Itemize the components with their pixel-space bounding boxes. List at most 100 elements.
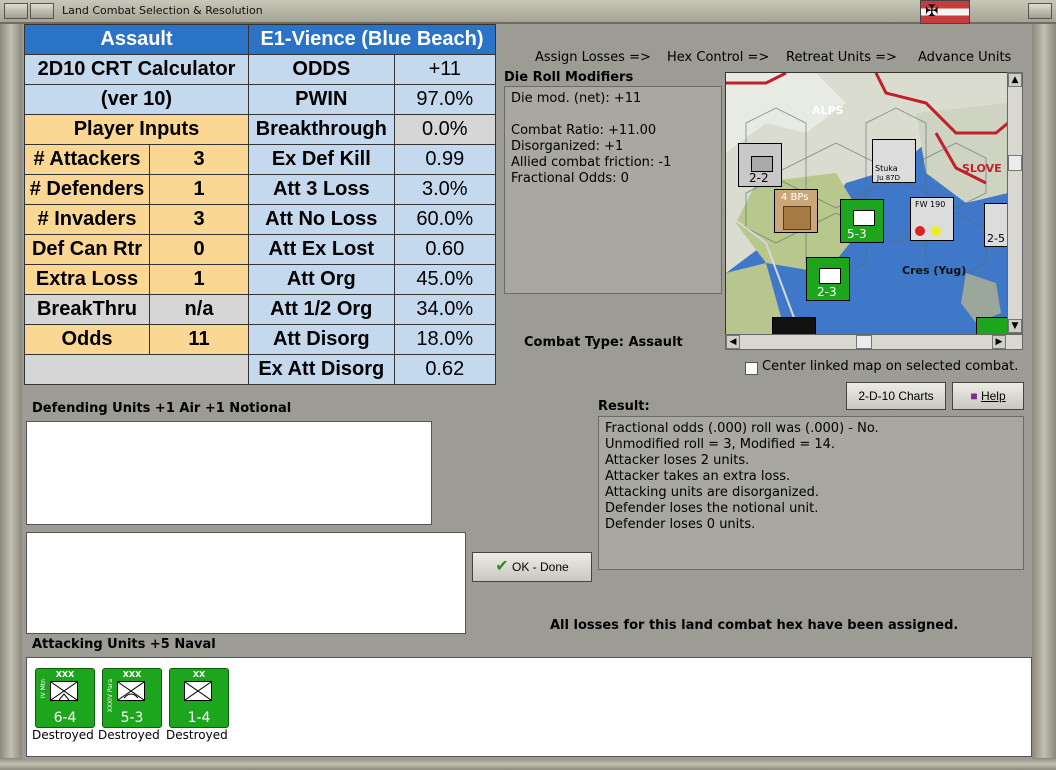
retreat-units-link[interactable]: Retreat Units => <box>786 50 897 65</box>
scroll-left-icon[interactable]: ◀ <box>726 335 740 349</box>
map-horizontal-scrollbar[interactable]: ◀ ▶ <box>725 334 1023 350</box>
stuka-counter[interactable]: Stuka Ju 87D <box>872 139 916 183</box>
right-frame <box>1032 24 1056 770</box>
counter-strength: 2-5 <box>987 232 1005 245</box>
bps-label: 4 BPs <box>781 192 809 203</box>
combat-type-value: Assault <box>628 335 683 350</box>
result-panel: Fractional odds (.000) roll was (.000) -… <box>598 416 1024 570</box>
scroll-up-icon[interactable]: ▲ <box>1008 73 1022 87</box>
scroll-down-icon[interactable]: ▼ <box>1008 319 1022 333</box>
die-roll-label: Die Roll Modifiers <box>504 70 634 85</box>
scroll-thumb[interactable] <box>856 335 872 349</box>
system-menu-icon[interactable] <box>4 3 28 19</box>
fighter-counter[interactable]: FW 190 <box>910 197 954 241</box>
attacking-units-label: Attacking Units +5 Naval <box>32 637 216 652</box>
input-value[interactable]: 11 <box>149 324 249 355</box>
input-value[interactable]: 1 <box>149 174 249 205</box>
result-value: 34.0% <box>393 294 497 325</box>
scroll-right-icon[interactable]: ▶ <box>992 335 1006 349</box>
calculator-title: 2D10 CRT Calculator <box>24 54 249 85</box>
unit-size: XX <box>192 670 206 679</box>
combat-type: Combat Type: Assault <box>524 335 683 350</box>
result-value: 18.0% <box>393 324 497 355</box>
fw190-label: FW 190 <box>915 200 946 209</box>
empty-cell <box>24 354 249 385</box>
combat-type-label: Combat Type: <box>524 335 624 350</box>
cres-label: Cres (Yug) <box>902 264 967 277</box>
result-label: Att 1/2 Org <box>248 294 395 325</box>
assign-losses-link[interactable]: Assign Losses => <box>535 50 651 65</box>
hex-control-link[interactable]: Hex Control => <box>667 50 769 65</box>
modifier-line: Allied combat friction: -1 <box>511 155 672 170</box>
result-label: ODDS <box>248 54 395 85</box>
counter-strength: 2-2 <box>749 171 769 185</box>
unit-size: XXX <box>55 670 75 679</box>
result-line: Defender loses 0 units. <box>605 517 756 532</box>
result-value: 97.0% <box>393 84 497 115</box>
result-label: Att No Loss <box>248 204 395 235</box>
result-value: 45.0% <box>393 264 497 295</box>
result-label: Ex Att Disorg <box>248 354 395 385</box>
input-value[interactable]: 0 <box>149 234 249 265</box>
attacking-unit-counter[interactable]: XX 1-4 <box>169 668 229 728</box>
input-label: # Defenders <box>24 174 150 205</box>
ok-done-label: OK - Done <box>512 560 569 574</box>
result-label: Att Org <box>248 264 395 295</box>
result-value: 0.0% <box>393 114 497 145</box>
advance-units-link[interactable]: Advance Units <box>918 50 1011 65</box>
input-value[interactable]: 3 <box>149 144 249 175</box>
close-icon[interactable] <box>1028 3 1052 19</box>
result-label: Result: <box>598 399 650 414</box>
hex-header: E1-Vience (Blue Beach) <box>248 24 496 55</box>
counter-strength: 5-3 <box>847 227 867 241</box>
attacking-unit-counter[interactable]: XXX IV Mtn 6-4 <box>35 668 95 728</box>
input-label: # Invaders <box>24 204 150 235</box>
input-value[interactable]: 1 <box>149 264 249 295</box>
title-bar: Land Combat Selection & Resolution ✠ <box>0 0 1056 24</box>
defending-units-list[interactable] <box>26 421 432 525</box>
infantry-counter[interactable]: 2-3 <box>806 257 850 301</box>
unit-name: IV Mtn <box>40 679 47 699</box>
unit-name: XXXIV Para <box>107 679 114 713</box>
ju87-label: Ju 87D <box>877 174 901 182</box>
militia-counter[interactable]: 2-2 <box>738 143 782 187</box>
unit-size: XXX <box>122 670 142 679</box>
result-label: Att 3 Loss <box>248 174 395 205</box>
result-line: Fractional odds (.000) roll was (.000) -… <box>605 421 879 436</box>
map-vertical-scrollbar[interactable]: ▲ ▼ <box>1007 72 1023 334</box>
ok-done-button[interactable]: ✔ OK - Done <box>472 552 592 582</box>
ffl-counter[interactable]: 2-5 <box>984 203 1008 247</box>
result-label: Ex Def Kill <box>248 144 395 175</box>
para-counter[interactable]: 5-3 <box>840 199 884 243</box>
modifier-line: Die mod. (net): +11 <box>511 91 642 106</box>
supply-counter[interactable]: 4 BPs <box>774 189 818 233</box>
result-value: 3.0% <box>393 174 497 205</box>
input-label: Odds <box>24 324 150 355</box>
all-losses-message: All losses for this land combat hex have… <box>550 618 959 633</box>
slovenia-label: SLOVE <box>962 162 1002 175</box>
result-label: Att Ex Lost <box>248 234 395 265</box>
result-label: Att Disorg <box>248 324 395 355</box>
air-units-list[interactable] <box>26 532 466 634</box>
center-map-checkbox[interactable] <box>745 362 758 375</box>
unit-strength: 6-4 <box>53 710 77 726</box>
input-label: BreakThru <box>24 294 150 325</box>
result-line: Attacking units are disorganized. <box>605 485 819 500</box>
scroll-thumb[interactable] <box>1008 155 1022 171</box>
modifier-line <box>511 107 715 123</box>
linked-map[interactable]: ALPS SLOVE Cres (Yug) 2-2 4 BPs 5-3 2-3 … <box>725 72 1009 336</box>
help-button[interactable]: ■ Help <box>952 382 1024 410</box>
result-label: PWIN <box>248 84 395 115</box>
calculator-version: (ver 10) <box>24 84 249 115</box>
input-value[interactable]: 3 <box>149 204 249 235</box>
result-line: Attacker takes an extra loss. <box>605 469 791 484</box>
minimize-icon[interactable] <box>30 3 54 19</box>
land-combat-window: Land Combat Selection & Resolution ✠ Ass… <box>0 0 1056 770</box>
unit-strength: 5-3 <box>120 710 144 726</box>
crt-charts-button[interactable]: 2-D-10 Charts <box>846 382 946 410</box>
attacking-unit-counter[interactable]: XXX XXXIV Para 5-3 <box>102 668 162 728</box>
die-roll-panel: Die mod. (net): +11 Combat Ratio: +11.00… <box>504 86 722 294</box>
result-value: 0.60 <box>393 234 497 265</box>
result-line: Defender loses the notional unit. <box>605 501 819 516</box>
result-label: Breakthrough <box>248 114 395 145</box>
